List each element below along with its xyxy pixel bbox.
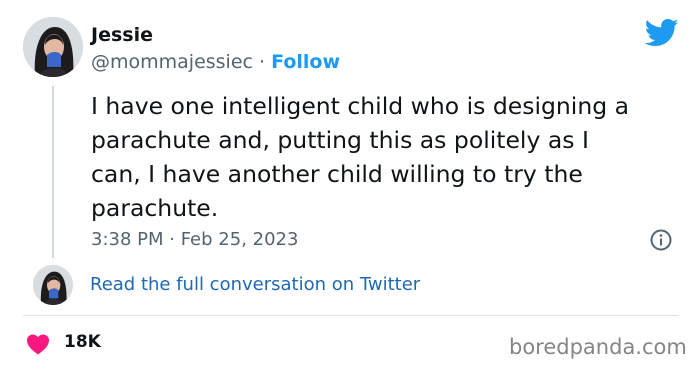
read-conversation-link[interactable]: Read the full conversation on Twitter xyxy=(90,272,420,298)
author-handle-row: @mommajessiec · Follow xyxy=(91,49,340,75)
tweet-timestamp[interactable]: 3:38 PM · Feb 25, 2023 xyxy=(91,227,298,253)
thread-line xyxy=(52,86,54,258)
reply-avatar[interactable] xyxy=(33,265,73,305)
handle-separator: · xyxy=(259,51,266,73)
avatar-photo xyxy=(33,265,73,305)
author-handle[interactable]: @mommajessiec xyxy=(91,51,253,73)
divider xyxy=(23,315,678,316)
tweet-text: I have one intelligent child who is desi… xyxy=(91,92,629,222)
heart-icon[interactable] xyxy=(26,333,50,355)
author-name[interactable]: Jessie xyxy=(91,22,153,48)
author-avatar[interactable] xyxy=(23,17,83,77)
like-count: 18K xyxy=(64,332,101,352)
follow-link[interactable]: Follow xyxy=(271,51,340,73)
info-icon[interactable] xyxy=(649,228,673,252)
twitter-bird-icon[interactable] xyxy=(645,18,679,48)
watermark: boredpanda.com xyxy=(509,335,687,359)
avatar-photo xyxy=(23,17,83,77)
